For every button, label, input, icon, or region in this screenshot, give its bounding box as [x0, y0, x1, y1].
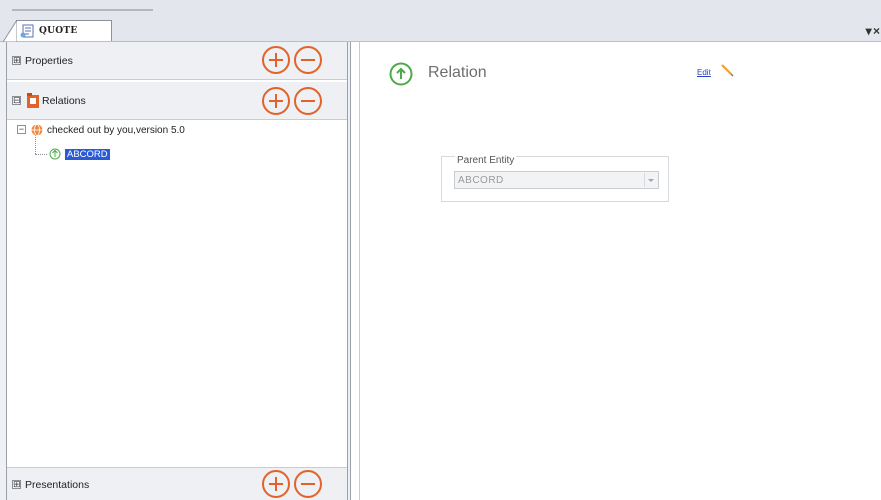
tree-child-label: ABCORD [65, 148, 110, 160]
relations-folder-icon [27, 93, 39, 108]
presentations-actions [262, 470, 322, 498]
add-property-button[interactable] [262, 46, 290, 74]
parent-entity-value: ABCORD [458, 174, 504, 186]
detail-panel: Relation Edit Parent Entity ABCORD [350, 42, 881, 500]
tree-root-label: checked out by you,version 5.0 [47, 124, 185, 136]
tab-quote[interactable]: QUOTE [3, 20, 112, 42]
tree-connector [35, 135, 36, 154]
tab-strip-rule [12, 9, 153, 11]
remove-relation-button[interactable] [294, 87, 322, 115]
relations-actions [262, 87, 322, 115]
globe-version-icon [31, 124, 43, 136]
section-properties[interactable]: ⊞ Properties [7, 42, 347, 80]
expander-presentations[interactable]: ⊞ [12, 480, 21, 489]
tree-child-node[interactable]: ABCORD [49, 148, 110, 160]
tree-root-node[interactable]: checked out by you,version 5.0 [31, 124, 185, 136]
document-tab-strip: QUOTE ▾ × [0, 0, 881, 42]
parent-entity-group: Parent Entity ABCORD [441, 155, 669, 202]
pin-close-buttons[interactable]: ▾ × [866, 24, 880, 38]
relation-arrow-icon [49, 148, 61, 160]
detail-panel-divider [359, 42, 360, 500]
properties-actions [262, 46, 322, 74]
section-presentations[interactable]: ⊞ Presentations [7, 467, 347, 500]
parent-entity-dropdown[interactable]: ABCORD [454, 171, 659, 189]
expander-properties[interactable]: ⊞ [12, 56, 21, 65]
relations-label: Relations [42, 95, 86, 107]
expander-relations[interactable]: ⊟ [12, 96, 21, 105]
remove-presentation-button[interactable] [294, 470, 322, 498]
relation-icon [389, 62, 413, 86]
add-relation-button[interactable] [262, 87, 290, 115]
tab-document-icon [20, 24, 34, 38]
presentations-label: Presentations [25, 479, 90, 491]
left-panel: ⊞ Properties ⊟ Relations − checked out b… [6, 42, 348, 500]
dropdown-arrow-icon[interactable] [644, 173, 656, 187]
relations-tree: − checked out by you,version 5.0 ABCORD [7, 122, 347, 467]
tab-label: QUOTE [39, 26, 78, 36]
tab-slant-decoration [3, 20, 17, 42]
edit-link[interactable]: Edit [697, 68, 711, 77]
pencil-edit-icon[interactable] [719, 62, 735, 78]
parent-entity-label: Parent Entity [455, 155, 517, 166]
detail-title: Relation [428, 64, 487, 81]
properties-label: Properties [25, 55, 73, 67]
section-relations[interactable]: ⊟ Relations [7, 82, 347, 120]
tree-root-expander[interactable]: − [17, 125, 26, 134]
tree-connector [35, 154, 47, 155]
remove-property-button[interactable] [294, 46, 322, 74]
add-presentation-button[interactable] [262, 470, 290, 498]
